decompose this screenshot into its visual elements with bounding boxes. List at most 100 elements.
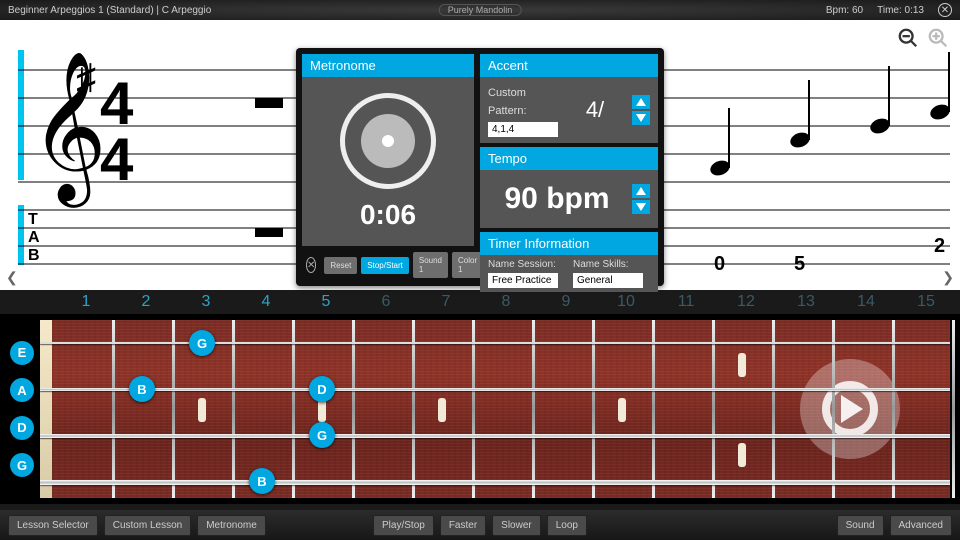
custom-pattern-input[interactable] (488, 122, 558, 137)
note-marker[interactable]: G (189, 330, 215, 356)
tab-value: 0 (714, 253, 725, 275)
fret-number: 7 (416, 293, 476, 311)
time-label: Time: 0:13 (877, 5, 924, 16)
lesson-title: Beginner Arpeggios 1 (Standard) | C Arpe… (8, 5, 211, 16)
fret-number: 13 (776, 293, 836, 311)
fret-number: 4 (236, 293, 296, 311)
bpm-label: Bpm: 60 (826, 5, 863, 16)
fretboard-area: EADG GBDGB (0, 314, 960, 504)
fret-number: 2 (116, 293, 176, 311)
fretboard[interactable]: GBDGB (40, 320, 950, 498)
fret-number: 11 (656, 293, 716, 311)
fret-number: 14 (836, 293, 896, 311)
fret-number: 1 (56, 293, 116, 311)
brand-label: Purely Mandolin (439, 4, 522, 16)
fret-wire (232, 320, 235, 498)
svg-text:4: 4 (100, 126, 134, 193)
open-string-label: D (10, 416, 34, 440)
fret-number-row: 123456789101112131415 (0, 290, 960, 314)
color-select-button[interactable]: Color 1 (452, 252, 483, 278)
top-bar: Beginner Arpeggios 1 (Standard) | C Arpe… (0, 0, 960, 20)
fret-wire (472, 320, 475, 498)
note-marker[interactable]: B (129, 376, 155, 402)
close-icon[interactable]: ✕ (938, 3, 952, 17)
fret-inlay (738, 353, 746, 377)
tempo-down-button[interactable] (632, 200, 650, 214)
sound-select-button[interactable]: Sound 1 (413, 252, 448, 278)
svg-text:T: T (28, 211, 38, 228)
fret-inlay (618, 398, 626, 422)
open-string-label: G (10, 453, 34, 477)
fret-wire (652, 320, 655, 498)
fret-wire (592, 320, 595, 498)
notation-area: ❮ ❯ 𝄞 ♯ 4 4 (0, 20, 960, 290)
tab-value: 5 (794, 253, 805, 275)
fret-number: 15 (896, 293, 956, 311)
fret-wire (952, 320, 955, 498)
accent-display: 4/ (564, 97, 626, 123)
string (40, 480, 950, 485)
metronome-dial[interactable] (340, 93, 436, 189)
string (40, 342, 950, 344)
metronome-close-icon[interactable]: ✕ (306, 257, 316, 273)
metronome-header: Metronome (302, 54, 474, 77)
fret-inlay (198, 398, 206, 422)
string (40, 388, 950, 391)
bottom-slowerbutton[interactable]: Slower (492, 515, 541, 536)
fret-wire (892, 320, 895, 498)
fret-number: 8 (476, 293, 536, 311)
fret-wire (832, 320, 835, 498)
reset-button[interactable]: Reset (324, 257, 357, 274)
timer-info-header: Timer Information (480, 232, 658, 255)
bottom-bar: Lesson Selector Custom Lesson Metronome Pl… (0, 510, 960, 540)
play-overlay-button[interactable] (800, 359, 900, 459)
fret-wire (532, 320, 535, 498)
play-arrow-icon (841, 395, 863, 423)
fret-wire (772, 320, 775, 498)
bottom-play-stopbutton[interactable]: Play/Stop (373, 515, 434, 536)
session-label: Name Session: (488, 259, 565, 270)
note-marker[interactable]: D (309, 376, 335, 402)
skills-input[interactable] (573, 273, 643, 288)
bottom-fasterbutton[interactable]: Faster (440, 515, 486, 536)
open-string-label: E (10, 341, 34, 365)
fret-inlay (738, 443, 746, 467)
tempo-header: Tempo (480, 147, 658, 170)
fret-number: 9 (536, 293, 596, 311)
nut (40, 320, 52, 498)
bottom-metronomebutton[interactable]: Metronome (197, 515, 266, 536)
tempo-value: 90 bpm (488, 176, 626, 222)
fret-number: 12 (716, 293, 776, 311)
svg-text:♯: ♯ (76, 57, 96, 101)
fret-wire (112, 320, 115, 498)
metronome-timer: 0:06 (360, 199, 416, 231)
accent-up-button[interactable] (632, 95, 650, 109)
fret-number: 3 (176, 293, 236, 311)
stop-start-button[interactable]: Stop/Start (361, 257, 409, 274)
metronome-dial-area: 0:06 (302, 77, 474, 246)
bottom-lesson-selectorbutton[interactable]: Lesson Selector (8, 515, 98, 536)
bottom-custom-lessonbutton[interactable]: Custom Lesson (104, 515, 191, 536)
fret-wire (172, 320, 175, 498)
custom-pattern-label: Custom Pattern: (488, 87, 527, 117)
fret-wire (292, 320, 295, 498)
tempo-up-button[interactable] (632, 184, 650, 198)
fret-number: 5 (296, 293, 356, 311)
svg-text:B: B (28, 247, 40, 264)
bottom-loopbutton[interactable]: Loop (547, 515, 587, 536)
skills-label: Name Skills: (573, 259, 650, 270)
note-marker[interactable]: G (309, 422, 335, 448)
accent-down-button[interactable] (632, 111, 650, 125)
fret-number: 6 (356, 293, 416, 311)
fret-wire (412, 320, 415, 498)
session-input[interactable] (488, 273, 558, 288)
accent-header: Accent (480, 54, 658, 77)
tab-value: 2 (934, 235, 945, 257)
open-string-label: A (10, 378, 34, 402)
bottom-soundbutton[interactable]: Sound (837, 515, 884, 536)
note-marker[interactable]: B (249, 468, 275, 494)
string (40, 434, 950, 438)
bottom-advancedbutton[interactable]: Advanced (890, 515, 952, 536)
metronome-panel: Metronome 0:06 ✕ Reset Stop/Start Sound … (296, 48, 664, 286)
svg-text:A: A (28, 229, 40, 246)
